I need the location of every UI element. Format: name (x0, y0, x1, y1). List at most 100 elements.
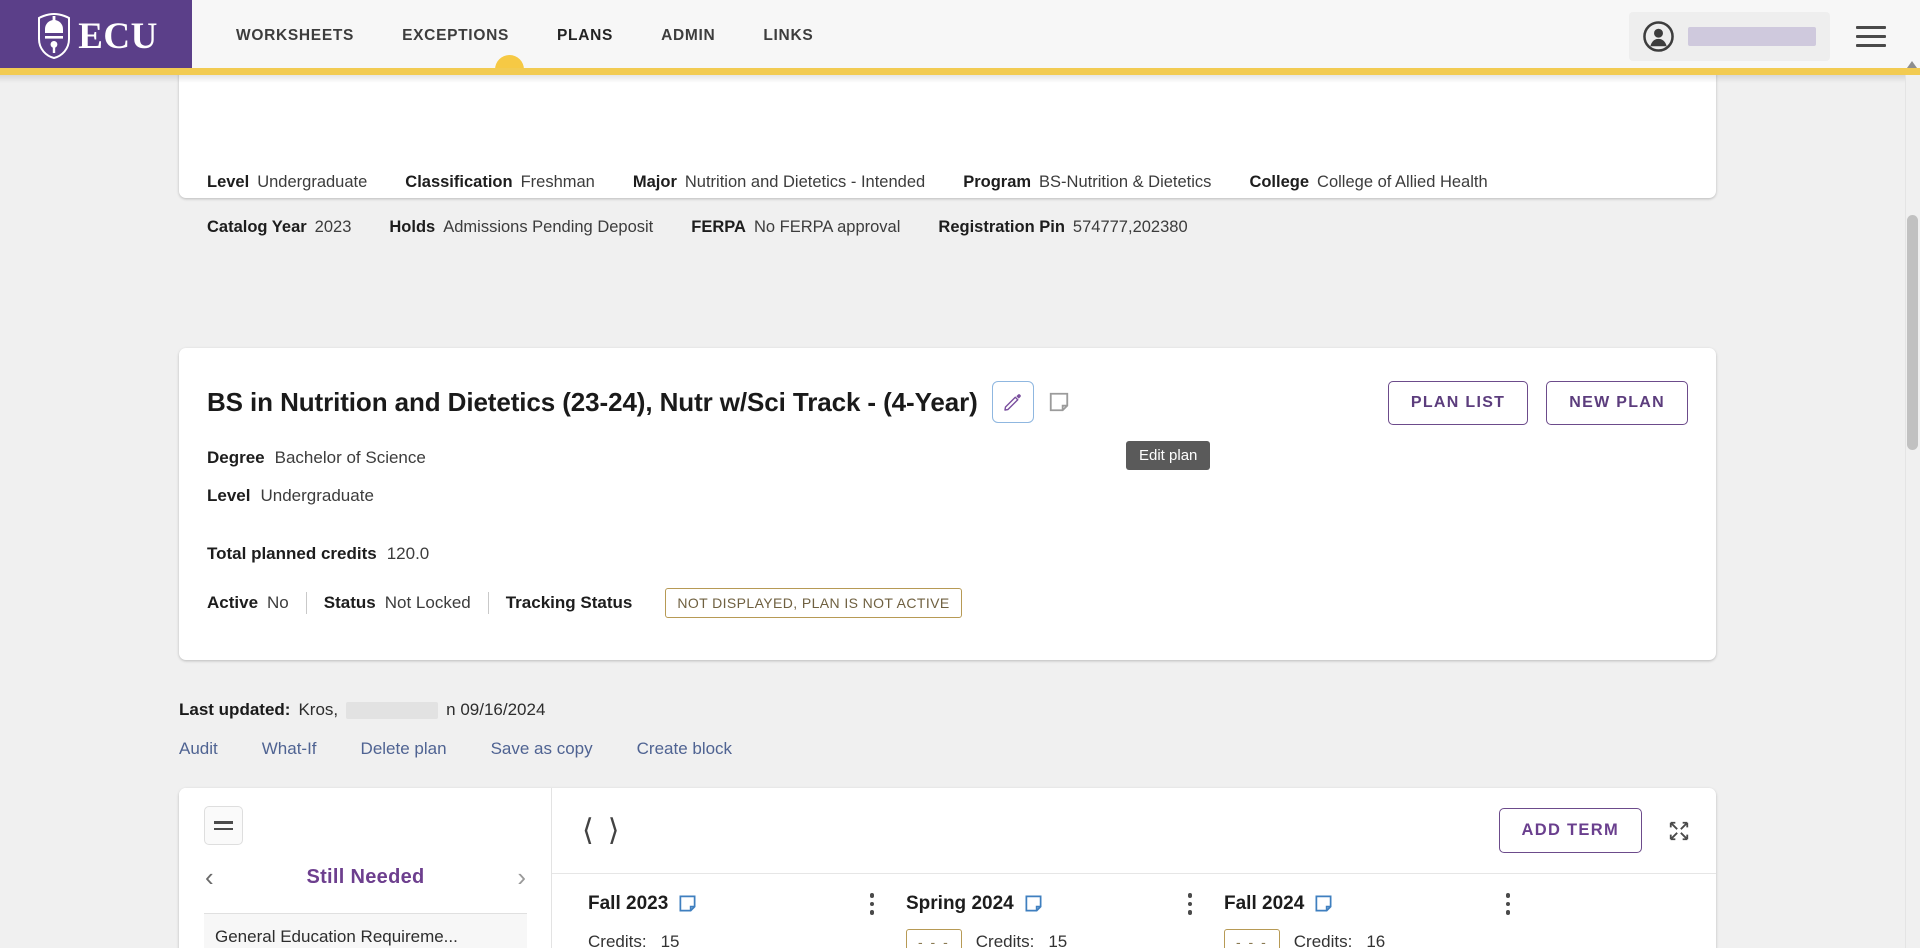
field-program-value: BS-Nutrition & Dietetics (1039, 173, 1212, 191)
field-level-key: Level (207, 173, 250, 191)
note-icon[interactable] (1024, 894, 1043, 913)
field-classification-value: Freshman (520, 173, 595, 191)
plan-degree: Degree Bachelor of Science (207, 448, 426, 468)
term-column-spring-2024: Spring 2024 - - - Credits: 15 (894, 874, 1212, 948)
last-updated-name-redacted (346, 701, 439, 719)
field-major-value: Nutrition and Dietetics - Intended (684, 173, 926, 191)
accent-bar (0, 68, 1920, 75)
page-title: BS in Nutrition and Dietetics (23-24), N… (207, 386, 978, 417)
plan-level-key: Level (207, 486, 251, 505)
still-needed-panel: ‹ Still Needed › General Education Requi… (179, 788, 552, 948)
term-header: Spring 2024 (906, 890, 1200, 918)
kebab-menu-icon[interactable] (862, 890, 883, 918)
field-major-key: Major (632, 173, 677, 191)
scrollbar-thumb[interactable] (1907, 215, 1918, 450)
chevron-right-icon[interactable]: › (517, 864, 526, 890)
delete-plan-link[interactable]: Delete plan (361, 739, 491, 759)
field-classification-key: Classification (405, 173, 513, 191)
nav-item-links[interactable]: LINKS (739, 0, 837, 72)
plan-degree-key: Degree (207, 448, 265, 467)
term-pager: ⟨ ⟩ (582, 815, 620, 846)
field-ferpa: FERPA No FERPA approval (691, 218, 900, 237)
field-major: Major Nutrition and Dietetics - Intended (633, 173, 925, 192)
field-program-key: Program (963, 173, 1032, 191)
kebab-menu-icon[interactable] (1180, 890, 1201, 918)
term-subline: - - - Credits: 15 (906, 927, 1200, 948)
plan-tracking-status-key: Tracking Status (505, 593, 633, 612)
field-registration-pin-value: 574777,202380 (1072, 218, 1188, 236)
what-if-link[interactable]: What-If (262, 739, 361, 759)
last-updated-user: Kros, (298, 700, 339, 719)
last-updated-label: Last updated: (179, 700, 291, 719)
term-planner-card: ‹ Still Needed › General Education Requi… (179, 788, 1716, 948)
pencil-edit-icon (1004, 393, 1021, 411)
term-title: Fall 2024 (1224, 892, 1305, 914)
field-college-key: College (1249, 173, 1310, 191)
plan-summary-card: BS in Nutrition and Dietetics (23-24), N… (179, 348, 1716, 660)
plan-list-button[interactable]: PLAN LIST (1387, 381, 1529, 425)
nav-shadow (0, 75, 1920, 83)
last-updated-date: n 09/16/2024 (446, 700, 546, 719)
plan-status-row: Active No Status Not Locked Tracking Sta… (207, 588, 962, 618)
account-chip[interactable] (1629, 11, 1830, 61)
note-square-icon[interactable] (1048, 391, 1070, 413)
user-avatar-icon (1643, 20, 1674, 52)
term-status-badge: - - - (906, 928, 962, 948)
still-needed-list: General Education Requireme... (204, 913, 527, 948)
total-planned-credits-value: 120.0 (386, 544, 430, 563)
page-scrollbar[interactable] (1905, 61, 1920, 948)
total-planned-credits-key: Total planned credits (207, 544, 377, 563)
plan-active-key: Active (207, 593, 259, 612)
ecu-shield-crest-icon (38, 13, 71, 59)
toolbar-right: ADD TERM (1498, 808, 1690, 853)
create-block-link[interactable]: Create block (637, 739, 776, 759)
still-needed-title: Still Needed (306, 865, 425, 888)
hamburger-menu-icon[interactable] (1856, 25, 1886, 47)
kebab-menu-icon[interactable] (1498, 890, 1519, 918)
field-level: Level Undergraduate (207, 173, 367, 192)
student-info-row-2: Catalog Year 2023 Holds Admissions Pendi… (207, 218, 1226, 237)
terms-area: ⟨ ⟩ ADD TERM Fall 2023 Credits: 15 Sprin… (552, 788, 1716, 948)
chevron-left-icon[interactable]: ‹ (205, 864, 214, 890)
pager-prev-icon[interactable]: ⟨ (582, 815, 594, 846)
field-college-value: College of Allied Health (1317, 173, 1488, 191)
term-subline: - - - Credits: 16 (1224, 927, 1518, 948)
pager-next-icon[interactable]: ⟩ (608, 815, 620, 846)
nav-right-group (1629, 0, 1920, 72)
field-classification: Classification Freshman (405, 173, 595, 192)
term-status-badge: - - - (1224, 928, 1280, 948)
plan-tracking-status: Tracking Status (489, 593, 650, 613)
add-term-button[interactable]: ADD TERM (1498, 808, 1642, 853)
list-item[interactable]: General Education Requireme... (204, 913, 527, 948)
user-name-redacted (1688, 26, 1816, 46)
term-credits-label: Credits: (588, 931, 647, 948)
list-menu-icon[interactable] (204, 806, 243, 845)
plan-active-value: No (267, 593, 289, 612)
field-registration-pin: Registration Pin 574777,202380 (938, 218, 1187, 237)
nav-item-plans[interactable]: PLANS (533, 0, 637, 72)
still-needed-header: ‹ Still Needed › (179, 864, 552, 890)
new-plan-button[interactable]: NEW PLAN (1546, 381, 1688, 425)
term-credits-value: 16 (1366, 931, 1386, 948)
edit-plan-tooltip: Edit plan (1126, 441, 1211, 470)
nav-item-worksheets[interactable]: WORKSHEETS (212, 0, 378, 72)
status-badge: NOT DISPLAYED, PLAN IS NOT ACTIVE (665, 588, 962, 618)
top-navigation-bar: ECU WORKSHEETS EXCEPTIONS PLANS ADMIN LI… (0, 0, 1920, 72)
field-ferpa-value: No FERPA approval (753, 218, 901, 236)
field-ferpa-key: FERPA (691, 218, 746, 236)
ecu-logo[interactable]: ECU (0, 0, 192, 72)
field-holds-value: Admissions Pending Deposit (443, 218, 654, 236)
nav-item-admin[interactable]: ADMIN (637, 0, 739, 72)
scroll-content: Advanced search Level Undergraduate Clas… (0, 13, 1906, 948)
edit-plan-button[interactable] (991, 381, 1034, 423)
note-icon[interactable] (1314, 894, 1333, 913)
audit-link[interactable]: Audit (179, 739, 262, 759)
expand-fullscreen-icon[interactable] (1668, 820, 1690, 842)
plan-active: Active No (207, 593, 306, 613)
last-updated-row: Last updated: Kros, n 09/16/2024 (179, 700, 545, 720)
save-as-copy-link[interactable]: Save as copy (491, 739, 637, 759)
scroll-up-arrow-icon[interactable] (1907, 61, 1917, 68)
term-credits-label: Credits: (975, 931, 1035, 948)
note-icon[interactable] (678, 894, 697, 913)
plan-level-value: Undergraduate (260, 486, 374, 505)
